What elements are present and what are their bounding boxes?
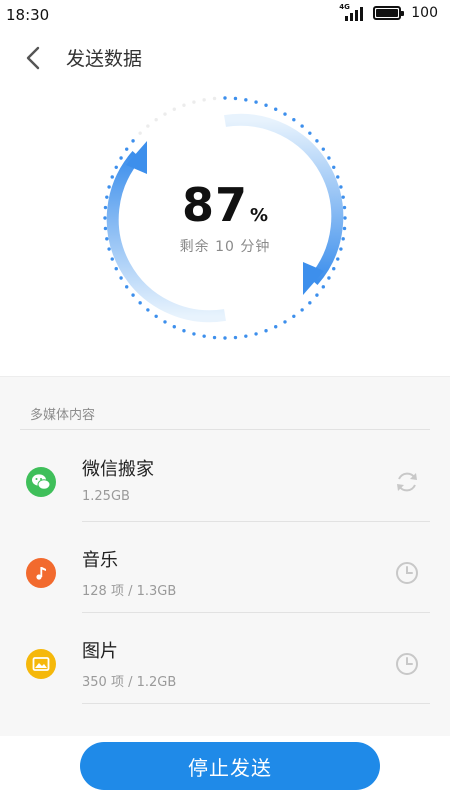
progress-dot xyxy=(223,96,227,100)
progress-dot xyxy=(244,334,248,338)
status-time: 18:30 xyxy=(6,6,50,24)
progress-dot xyxy=(327,156,331,160)
percent-value: 87 xyxy=(181,178,248,232)
progress-dot xyxy=(192,332,196,336)
progress-dot xyxy=(146,308,150,312)
signal-bar xyxy=(360,7,364,21)
progress-dot xyxy=(315,139,319,143)
progress-dot xyxy=(114,267,118,271)
progress-dot xyxy=(131,293,135,297)
chevron-left-icon xyxy=(26,46,40,70)
progress-dot xyxy=(212,335,217,340)
progress-dot xyxy=(172,325,176,329)
progress-percent: 87% xyxy=(0,178,450,232)
progress-dot xyxy=(182,329,186,333)
progress-dot xyxy=(332,267,336,271)
progress-dot xyxy=(146,124,150,128)
progress-dot xyxy=(233,96,238,101)
progress-dot xyxy=(154,118,158,122)
progress-dot xyxy=(315,293,319,297)
section-label: 多媒体内容 xyxy=(30,408,96,423)
media-list: 多媒体内容 微信搬家 1.25GB 音乐 128 项 / 1.3GB 图片 35… xyxy=(0,376,450,736)
progress-dot xyxy=(308,131,312,135)
progress-dot xyxy=(172,107,176,111)
progress-dot xyxy=(119,276,123,280)
progress-dot xyxy=(223,336,227,340)
progress-dot xyxy=(283,320,287,324)
wechat-icon xyxy=(26,467,56,497)
progress-dot xyxy=(110,257,114,261)
progress-dot xyxy=(192,100,196,104)
picture-icon xyxy=(26,649,56,679)
header: 发送数据 xyxy=(0,30,450,86)
status-bar: 18:30 4G 100 xyxy=(0,0,450,30)
syncing-icon xyxy=(397,472,417,492)
item-name: 图片 xyxy=(82,641,118,662)
clock-icon xyxy=(396,562,418,584)
progress-dot xyxy=(308,301,312,305)
progress-dot xyxy=(125,285,129,289)
progress-dot xyxy=(292,314,296,318)
progress-dot xyxy=(321,147,325,151)
signal-icon: 4G xyxy=(339,3,367,21)
progress-dot xyxy=(212,96,217,101)
progress-dot xyxy=(274,107,278,111)
item-name: 音乐 xyxy=(82,550,118,571)
progress-dot xyxy=(336,257,340,261)
progress-dot xyxy=(131,139,135,143)
percent-sign: % xyxy=(249,205,269,226)
clock-icon xyxy=(396,653,418,675)
section-divider xyxy=(20,429,430,430)
item-detail: 128 项 / 1.3GB xyxy=(82,584,177,599)
list-item-pictures[interactable]: 图片 350 项 / 1.2GB xyxy=(0,613,450,704)
progress-dot xyxy=(274,325,278,329)
list-item-music[interactable]: 音乐 128 项 / 1.3GB xyxy=(0,522,450,613)
progress-dot xyxy=(138,301,142,305)
progress-dot xyxy=(321,285,325,289)
back-button[interactable] xyxy=(18,42,50,74)
progress-dot xyxy=(182,103,186,107)
item-name: 微信搬家 xyxy=(82,459,154,480)
battery-level: 100 xyxy=(411,5,438,21)
progress-area: 87% 剩余 10 分钟 xyxy=(0,86,450,376)
music-icon xyxy=(26,558,56,588)
progress-dot xyxy=(300,308,304,312)
screen: 18:30 4G 100 发送数据 87 % 剩余 10 分钟 多媒体内容 微信… xyxy=(0,0,450,800)
progress-dot xyxy=(264,103,268,107)
progress-dot xyxy=(254,332,258,336)
progress-dot xyxy=(300,124,304,128)
progress-dot xyxy=(244,98,248,102)
progress-dot xyxy=(327,276,331,280)
network-type: 4G xyxy=(339,3,350,11)
progress-dot xyxy=(163,112,167,116)
row-divider xyxy=(82,703,430,704)
progress-dot xyxy=(114,165,118,169)
list-item-wechat[interactable]: 微信搬家 1.25GB xyxy=(0,431,450,522)
progress-dot xyxy=(125,147,129,151)
time-remaining: 剩余 10 分钟 xyxy=(179,239,271,255)
signal-bar xyxy=(350,13,354,21)
stop-sending-button[interactable]: 停止发送 xyxy=(80,742,380,790)
progress-dot xyxy=(202,334,206,338)
battery-icon xyxy=(373,6,405,20)
battery-fill xyxy=(376,9,399,17)
progress-dot xyxy=(233,335,238,340)
status-icons: 4G 100 xyxy=(339,3,438,22)
signal-bar xyxy=(355,10,359,21)
progress-dot xyxy=(264,329,268,333)
progress-dot xyxy=(163,320,167,324)
progress-dot xyxy=(292,118,296,122)
progress-dot xyxy=(332,165,336,169)
signal-bar xyxy=(345,16,349,21)
item-detail: 1.25GB xyxy=(82,489,130,504)
progress-dot xyxy=(154,314,158,318)
page-title: 发送数据 xyxy=(66,48,143,70)
item-detail: 350 项 / 1.2GB xyxy=(82,675,177,690)
progress-dot xyxy=(202,98,206,102)
progress-dot xyxy=(254,100,258,104)
progress-dot xyxy=(119,156,123,160)
progress-dot xyxy=(283,112,287,116)
progress-dot xyxy=(138,131,142,135)
bottom-bar: 停止发送 xyxy=(0,736,450,800)
